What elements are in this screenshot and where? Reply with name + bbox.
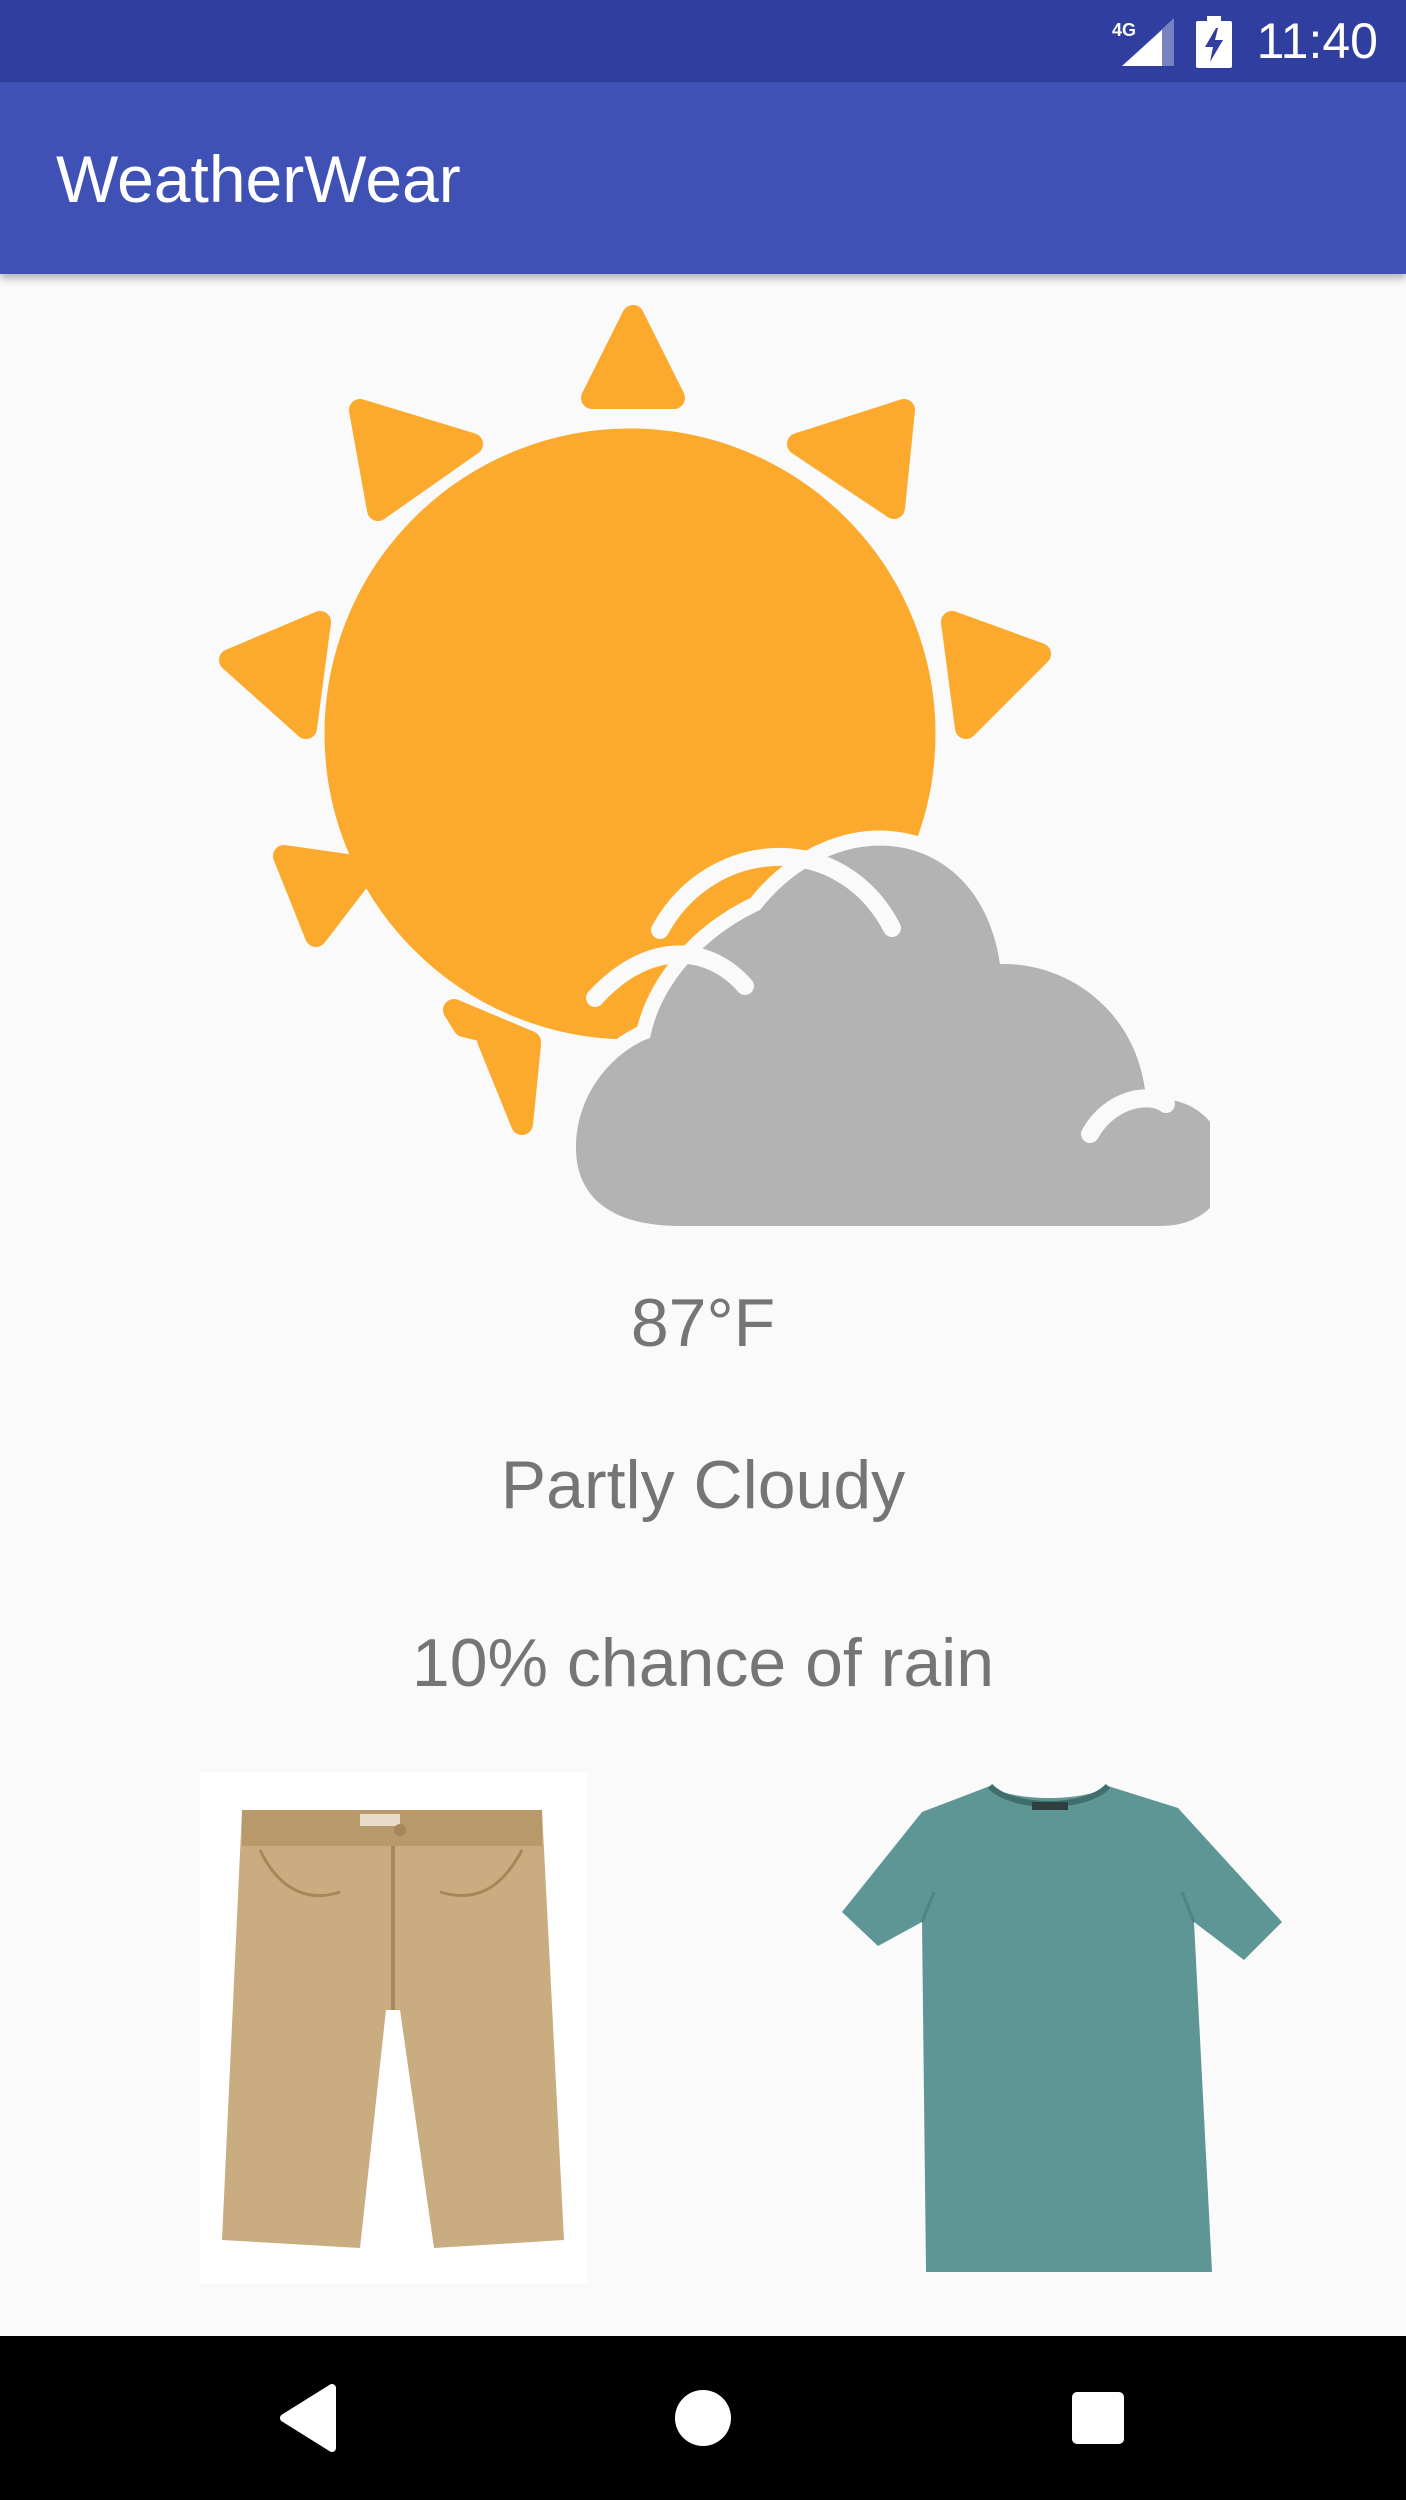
teal-tshirt-image xyxy=(842,1772,1282,2284)
navigation-bar xyxy=(0,2336,1406,2500)
khaki-shorts-image xyxy=(200,1772,587,2284)
signal-icon: 4G xyxy=(1112,18,1174,66)
app-title: WeatherWear xyxy=(56,142,461,216)
partly-cloudy-icon xyxy=(219,305,1210,1238)
recents-icon[interactable] xyxy=(1048,2368,1148,2468)
home-icon[interactable] xyxy=(653,2368,753,2468)
status-clock: 11:40 xyxy=(1256,13,1378,69)
condition-label: Partly Cloudy xyxy=(500,1447,906,1523)
cloud-icon xyxy=(560,830,1210,1238)
rain-chance-label: 10% chance of rain xyxy=(411,1625,995,1701)
back-icon[interactable] xyxy=(262,2368,362,2468)
battery-icon xyxy=(1196,16,1232,68)
app-bar: WeatherWear xyxy=(0,82,1406,274)
status-bar: 4G 11:40 xyxy=(0,0,1406,82)
network-type-label: 4G xyxy=(1112,20,1136,40)
temperature-label: 87°F xyxy=(630,1285,776,1361)
